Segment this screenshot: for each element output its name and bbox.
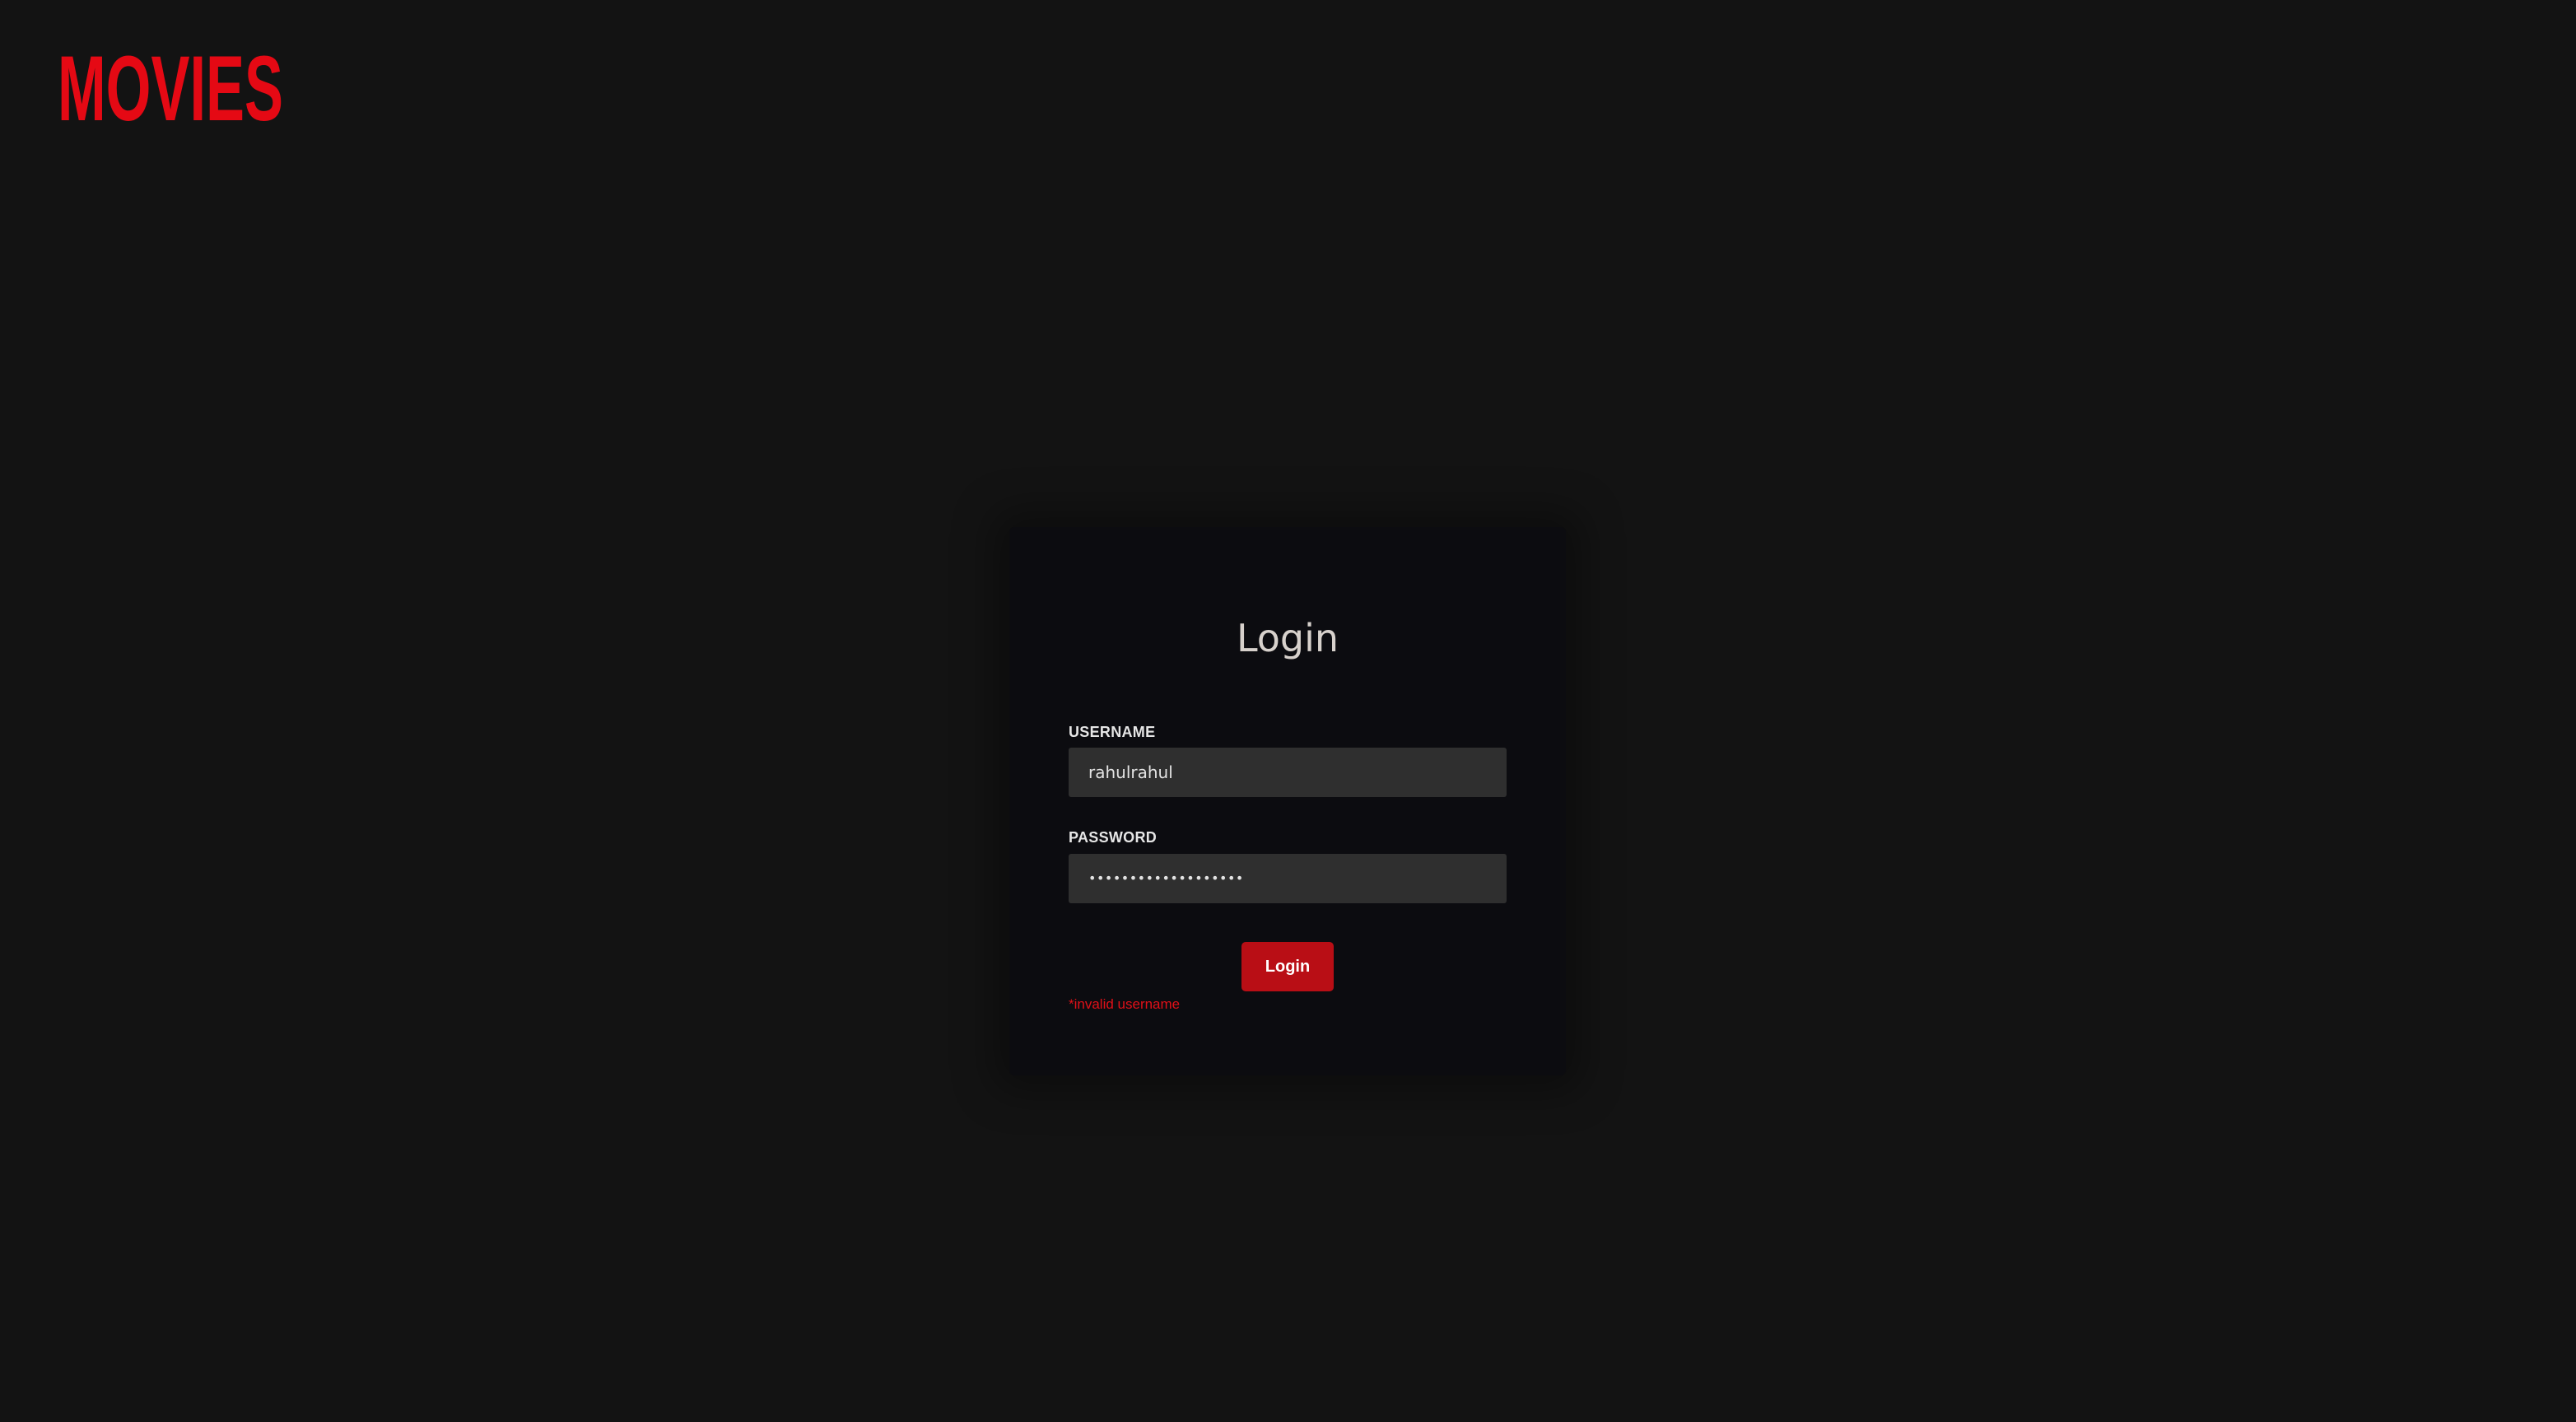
login-button[interactable]: Login <box>1241 942 1334 991</box>
username-input[interactable]: rahulrahul <box>1069 748 1507 797</box>
movies-logo-mark: MOVIES <box>58 51 283 125</box>
login-card: Login USERNAME rahulrahul PASSWORD •••••… <box>1009 527 1566 1075</box>
username-label: USERNAME <box>1069 724 1156 740</box>
error-message: *invalid username <box>1069 996 1181 1012</box>
logo-text: MOVIES <box>58 51 283 125</box>
login-title: Login <box>1236 616 1339 660</box>
password-input[interactable]: ••••••••••••••••••• <box>1069 854 1507 903</box>
password-label: PASSWORD <box>1069 829 1158 846</box>
site-logo[interactable]: MOVIES <box>58 51 285 125</box>
